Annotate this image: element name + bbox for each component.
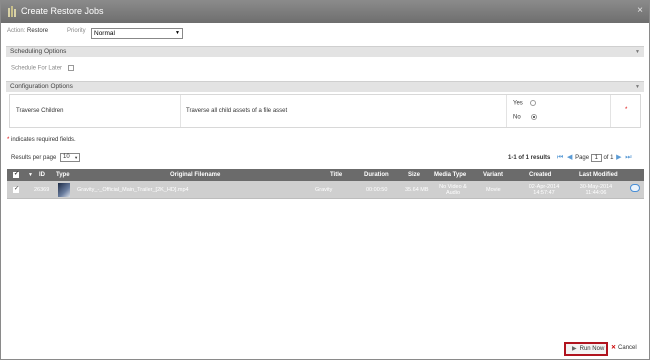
option-description: Traverse all child assets of a file asse…: [186, 108, 288, 114]
col-duration[interactable]: Duration: [364, 169, 389, 181]
page-label: Page: [575, 155, 590, 161]
run-now-label: Run Now: [579, 346, 605, 352]
cancel-button[interactable]: ✕ Cancel: [611, 344, 637, 351]
cell-variant: Movie: [486, 187, 501, 193]
schedule-later-label: Schedule For Later: [11, 65, 63, 72]
page-input[interactable]: 1: [590, 154, 602, 162]
media-type-line2: Audio: [445, 190, 461, 196]
created-time: 14:57:47: [533, 190, 555, 196]
no-radio[interactable]: [531, 114, 538, 120]
close-icon[interactable]: ×: [637, 5, 643, 16]
cell-title: Gravity: [315, 187, 333, 193]
required-note-text: indicates required fields.: [11, 137, 76, 143]
col-title[interactable]: Title: [330, 169, 342, 181]
col-id[interactable]: ID: [39, 169, 45, 181]
results-per-page-select[interactable]: 10 ▼: [60, 153, 81, 162]
last-page-icon[interactable]: ⏭: [625, 154, 631, 162]
assets-grid: ▼ ID Type Original Filename Title Durati…: [7, 169, 644, 199]
col-last-modified[interactable]: Last Modified: [579, 169, 618, 181]
pagination: 1-1 of 1 results ⏮ ◀ Page 1 of 1 ▶ ⏭: [508, 153, 633, 162]
table-row[interactable]: 26369 Gravity_-_Official_Main_Trailer_[2…: [7, 181, 644, 199]
divider: [610, 95, 611, 127]
divider: [506, 95, 507, 127]
action-priority-row: Action: Restore Priority Normal ▼: [7, 28, 207, 40]
play-icon: ▶: [572, 346, 577, 352]
divider: [180, 95, 181, 127]
dialog-titlebar: Create Restore Jobs ×: [1, 1, 649, 23]
schedule-later-checkbox[interactable]: [67, 65, 74, 71]
cell-last-modified: 30-May-2014 11:44:06: [574, 184, 618, 196]
cell-created: 02-Apr-2014 14:57:47: [522, 184, 566, 196]
cancel-icon: ✕: [611, 345, 617, 351]
action-label: Action:: [7, 28, 26, 34]
no-option[interactable]: No: [513, 114, 538, 121]
schedule-later-row: Schedule For Later: [11, 65, 74, 72]
sort-icon[interactable]: ▼: [28, 169, 33, 181]
required-note-mark: *: [7, 137, 10, 143]
row-checkbox[interactable]: [13, 186, 19, 193]
configuration-options-header[interactable]: Configuration Options ▼: [6, 81, 644, 92]
modified-time: 11:44:06: [585, 190, 607, 196]
col-filename[interactable]: Original Filename: [170, 169, 220, 181]
restore-dialog: Create Restore Jobs × Action: Restore Pr…: [0, 0, 650, 360]
col-media-type[interactable]: Media Type: [434, 169, 466, 181]
action-value: Restore: [27, 28, 49, 34]
run-now-button[interactable]: ▶ Run Now: [564, 342, 608, 356]
required-note: * indicates required fields.: [7, 137, 76, 143]
video-thumbnail: [58, 183, 70, 197]
results-per-page: Results per page 10 ▼: [11, 153, 81, 162]
results-summary: 1-1 of 1 results: [508, 155, 551, 161]
grid-header: ▼ ID Type Original Filename Title Durati…: [7, 169, 644, 181]
scheduling-options-title: Scheduling Options: [10, 48, 67, 55]
next-page-icon[interactable]: ▶: [616, 153, 621, 161]
option-name: Traverse Children: [16, 108, 64, 114]
priority-label: Priority: [67, 28, 86, 34]
chevron-down-icon: ▼: [175, 30, 180, 36]
chevron-down-icon: ▼: [74, 155, 79, 160]
priority-value: Normal: [94, 30, 115, 37]
col-variant[interactable]: Variant: [483, 169, 503, 181]
cell-id: 26369: [34, 187, 50, 193]
collapse-icon: ▼: [635, 49, 640, 55]
first-page-icon[interactable]: ⏮: [557, 154, 563, 162]
comment-icon[interactable]: [630, 184, 640, 192]
priority-select[interactable]: Normal ▼: [91, 28, 183, 39]
dialog-title: Create Restore Jobs: [21, 6, 104, 16]
cancel-label: Cancel: [618, 345, 637, 351]
page-of-label: of 1: [603, 155, 614, 161]
results-per-page-value: 10: [63, 154, 70, 160]
scheduling-options-header[interactable]: Scheduling Options ▼: [6, 46, 644, 57]
required-mark: *: [625, 107, 628, 113]
col-created[interactable]: Created: [529, 169, 551, 181]
cell-media-type: No Video & Audio: [435, 184, 471, 196]
col-type[interactable]: Type: [56, 169, 70, 181]
col-size[interactable]: Size: [408, 169, 420, 181]
traverse-children-option: Traverse Children Traverse all child ass…: [9, 94, 641, 128]
configuration-options-title: Configuration Options: [10, 83, 73, 90]
yes-radio[interactable]: [530, 100, 537, 106]
cell-size: 35.64 MB: [405, 187, 429, 193]
cell-duration: 00:00:50: [366, 187, 388, 193]
prev-page-icon[interactable]: ◀: [567, 153, 572, 161]
cell-filename: Gravity_-_Official_Main_Trailer_[2K_HD].…: [77, 187, 189, 193]
collapse-icon: ▼: [635, 84, 640, 90]
restore-jobs-icon: [8, 6, 16, 17]
yes-option[interactable]: Yes: [513, 100, 537, 107]
no-label: No: [513, 114, 521, 121]
results-per-page-label: Results per page: [11, 155, 57, 162]
select-all-checkbox[interactable]: [13, 171, 19, 178]
yes-label: Yes: [513, 100, 523, 107]
